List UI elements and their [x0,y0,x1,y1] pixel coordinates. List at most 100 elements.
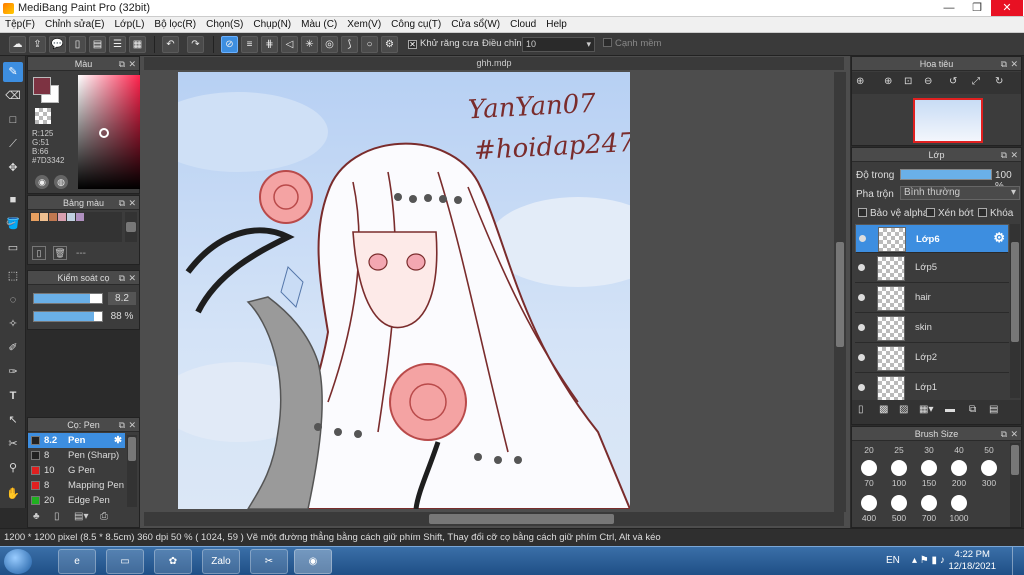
move-tool-icon[interactable]: ✥ [3,158,23,178]
concentric-snap-icon[interactable]: ◎ [321,36,338,53]
explorer-icon[interactable]: ▭ [106,549,144,574]
zoom-in-icon[interactable]: ⊕ [856,76,864,87]
comment-icon[interactable]: 💬 [49,36,66,53]
layer-opacity-slider[interactable] [900,169,992,180]
eraser-tool-icon[interactable]: ⌫ [3,86,23,106]
curve-snap-icon[interactable]: ⟆ [341,36,358,53]
redo-icon[interactable]: ↷ [187,36,204,53]
new-halftone-layer-icon[interactable]: ▩ [879,404,888,415]
coccoc-icon[interactable]: ✿ [154,549,192,574]
cloud-icon[interactable]: ☁ [9,36,26,53]
radial-snap-icon[interactable]: ✳ [301,36,318,53]
brush-size-option[interactable]: 400 [854,495,884,523]
rotate-right-icon[interactable]: ↻ [995,76,1003,87]
grid-icon[interactable]: ▦ [129,36,146,53]
brush-size-option[interactable]: 50 [974,445,1004,455]
trash-icon[interactable]: 🗑 [53,246,67,260]
layer-row[interactable]: Lớp2 [855,344,1009,373]
popout-icon[interactable]: ⧉ [119,196,125,210]
eye-icon[interactable] [858,294,865,301]
layer-row[interactable]: Lớp5 [855,254,1009,283]
brush-size-option[interactable]: 40 [944,445,974,455]
adjust-select[interactable]: 10 ▾ [522,37,595,52]
new-8bit-layer-icon[interactable]: ▨ [899,404,908,415]
brush-opacity-value[interactable]: 88 % [108,310,136,323]
brush-list-scroll[interactable] [128,437,136,461]
foreground-color[interactable] [33,77,51,95]
swatch[interactable] [76,213,84,221]
lock-checkbox[interactable]: Khóa [978,208,1013,219]
circle-snap-icon[interactable]: ○ [361,36,378,53]
zalo-icon[interactable]: Zalo [202,549,240,574]
layer-settings-icon[interactable]: ▤ [989,404,998,415]
line-tool-icon[interactable]: ⟋ [3,134,23,154]
swatch[interactable] [40,213,48,221]
popout-icon[interactable]: ⧉ [119,57,125,71]
color-picker-icon[interactable]: ◍ [54,175,68,189]
maximize-button[interactable]: ❐ [963,0,991,16]
close-icon[interactable]: ✕ [128,57,136,71]
brush-size-option[interactable]: 1000 [944,495,974,523]
eye-icon[interactable] [858,354,865,361]
menu-window[interactable]: Cửa sổ(W) [446,17,505,32]
close-icon[interactable]: ✕ [128,271,136,285]
select-pen-icon[interactable]: ✐ [3,338,23,358]
gear-icon[interactable]: ✱ [114,433,122,448]
snap-off-icon[interactable]: ⊘ [221,36,238,53]
menu-color[interactable]: Màu (C) [296,17,342,32]
system-clock[interactable]: 4:22 PM 12/18/2021 [948,549,996,573]
perspective-snap-icon[interactable]: ◁ [281,36,298,53]
menu-snap[interactable]: Chụp(N) [248,17,296,32]
folder-icon[interactable]: ▬ [945,404,955,415]
transparent-color[interactable] [35,108,51,124]
swatch[interactable] [58,213,66,221]
navigator-preview[interactable] [913,98,983,143]
vertical-scroll-thumb[interactable] [836,242,844,347]
popout-icon[interactable]: ⧉ [119,418,125,432]
select-tool-icon[interactable]: ⬚ [3,266,23,286]
start-button[interactable] [4,549,32,574]
blend-select[interactable]: Bình thường ▾ [900,186,1020,200]
fit-icon[interactable]: ⊡ [904,76,912,87]
brush-size-option[interactable]: 70 [854,460,884,488]
swatch[interactable] [31,213,39,221]
bucket-tool-icon[interactable]: 🪣 [3,214,23,234]
list-icon[interactable]: ☰ [109,36,126,53]
document-icon[interactable]: ▤ [89,36,106,53]
brush-item[interactable]: 8 Mapping Pen [28,478,125,493]
brush-size-option[interactable]: 20 [854,445,884,455]
brush-size-option[interactable]: 300 [974,460,1004,488]
zoom-in-icon-2[interactable]: ⊕ [884,76,892,87]
divide-tool-icon[interactable]: ✂ [3,434,23,454]
eye-icon[interactable] [858,384,865,391]
hand-tool-icon[interactable]: ✋ [3,484,23,504]
new-layer-icon[interactable]: ▯ [858,404,864,415]
brush-settings-icon[interactable]: ⎙ [100,511,108,522]
popout-icon[interactable]: ⧉ [119,271,125,285]
brush-menu-icon[interactable]: ▤▾ [74,511,88,522]
brush-size-option[interactable]: 500 [884,495,914,523]
document-tab[interactable]: ghh.mdp [144,57,844,70]
cross-snap-icon[interactable]: ⋕ [261,36,278,53]
close-icon[interactable]: ✕ [128,418,136,432]
popout-icon[interactable]: ⧉ [1001,57,1007,71]
menu-select[interactable]: Chọn(S) [201,17,248,32]
layer-row[interactable]: Lớp6 ⚙ [855,224,1009,253]
magic-wand-icon[interactable]: ✧ [3,314,23,334]
operation-tool-icon[interactable]: ↖ [3,410,23,430]
brush-size-option[interactable]: 25 [884,445,914,455]
lasso-tool-icon[interactable]: ◌ [3,290,23,310]
rectangle-tool-icon[interactable]: □ [3,110,23,130]
brush-size-value[interactable]: 8.2 [108,292,136,305]
ie-icon[interactable]: e [58,549,96,574]
duplicate-layer-icon[interactable]: ⧉ [969,404,976,415]
close-icon[interactable]: ✕ [1010,148,1018,162]
brush-size-scroll[interactable] [1011,445,1019,475]
tray-icons[interactable]: ▴ ⚑ ▮ ♪ [912,555,945,566]
rotate-left-icon[interactable]: ↺ [949,76,957,87]
menu-help[interactable]: Help [541,17,572,32]
undo-icon[interactable]: ↶ [162,36,179,53]
add-layer-menu-icon[interactable]: ▦▾ [919,404,933,415]
color-wheel-icon[interactable]: ◉ [35,175,49,189]
close-icon[interactable]: ✕ [1010,427,1018,441]
